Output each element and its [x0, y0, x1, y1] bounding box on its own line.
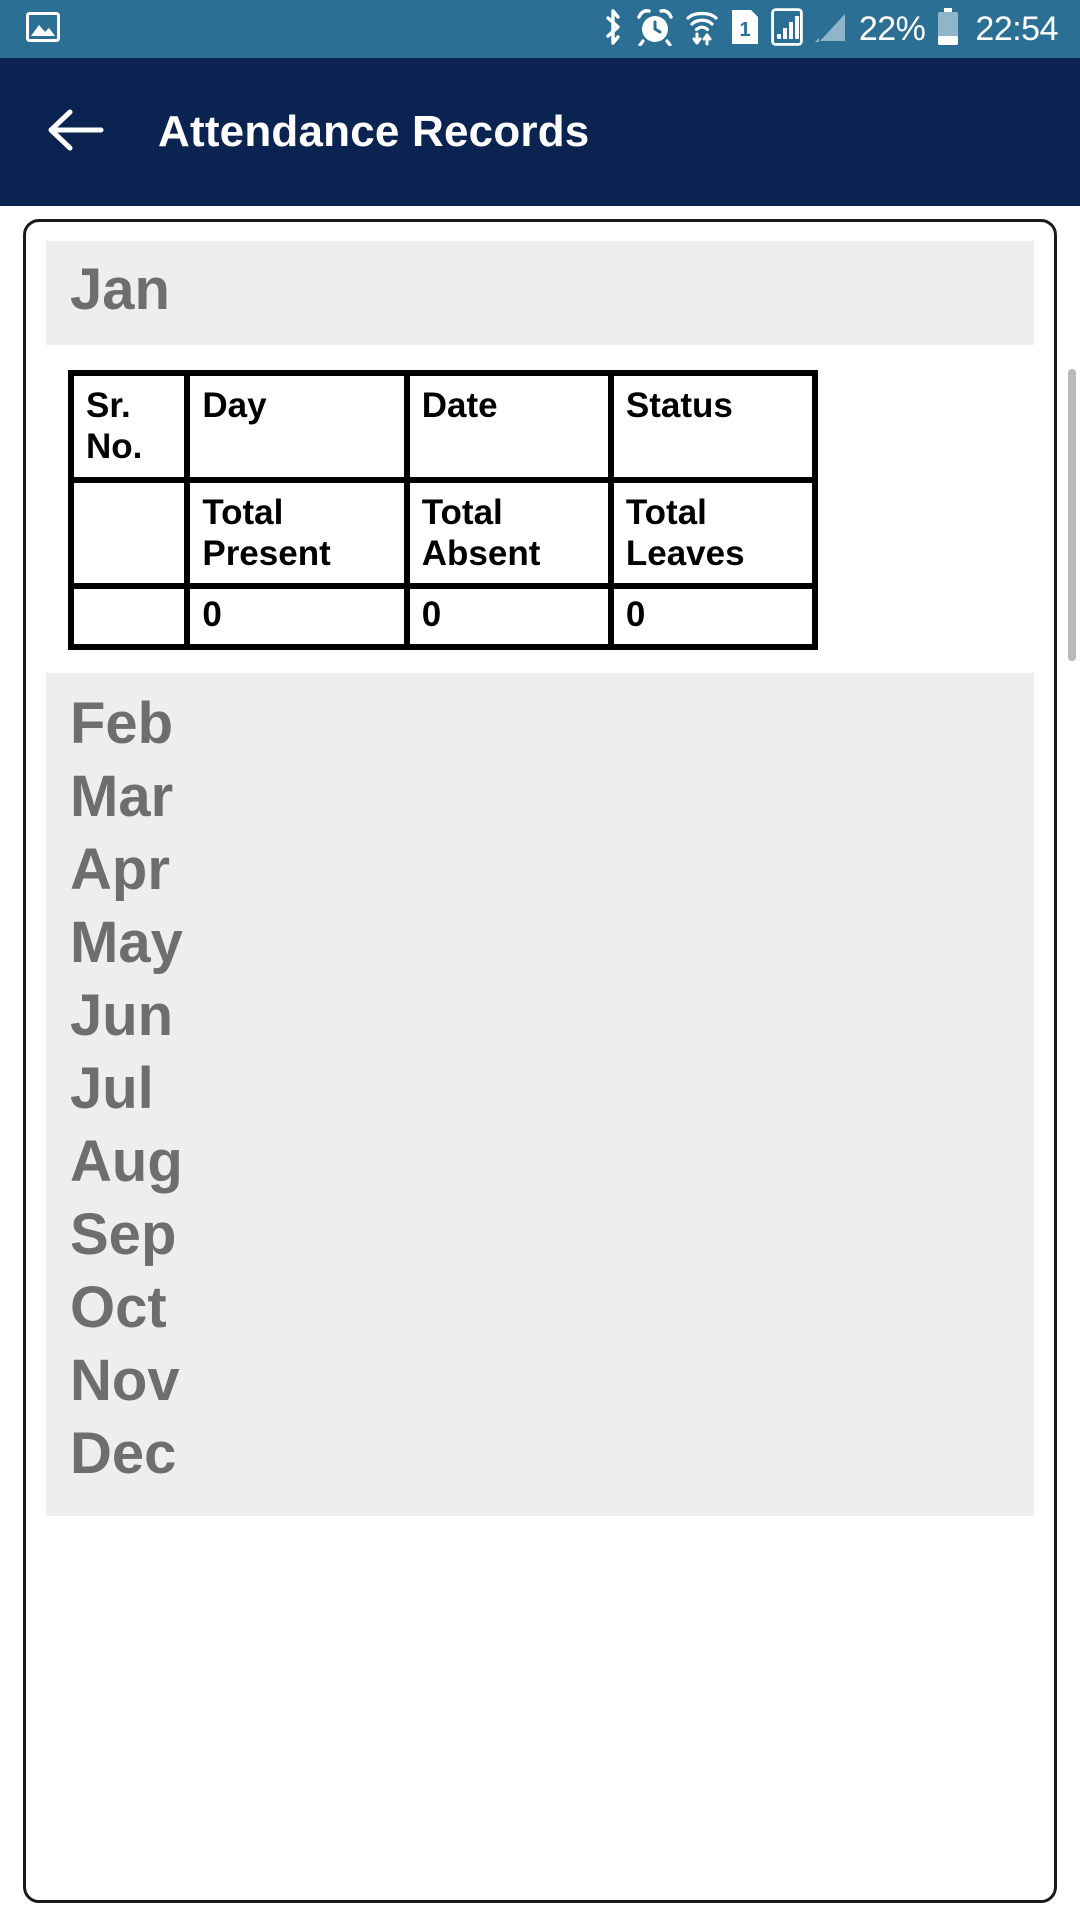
- month-label: Apr: [70, 837, 170, 903]
- month-header-jan[interactable]: Jan: [46, 241, 1034, 345]
- totals-value-cell-present: 0: [187, 586, 407, 648]
- signal-boxed-icon: [771, 7, 803, 51]
- signal-triangle-icon: [814, 8, 848, 51]
- month-label: Nov: [70, 1348, 180, 1414]
- header-cell-date: Date: [406, 373, 611, 480]
- table-totals-values-row: 0 0 0: [71, 586, 815, 648]
- status-bar: 1 22% 22:54: [0, 0, 1080, 58]
- table-header-row: Sr. No. Day Date Status: [71, 373, 815, 480]
- month-row-may[interactable]: May: [70, 908, 1034, 981]
- month-list: Feb Mar Apr May Jun Jul Aug Sep Oct Nov …: [46, 673, 1034, 1517]
- table-totals-header-row: Total Present Total Absent Total Leaves: [71, 479, 815, 587]
- header-cell-day: Day: [187, 373, 407, 480]
- totals-header-cell-leaves: Total Leaves: [610, 479, 815, 587]
- month-label: Mar: [70, 764, 174, 830]
- arrow-left-icon: [46, 108, 104, 157]
- month-row-apr[interactable]: Apr: [70, 835, 1034, 908]
- month-row-sep[interactable]: Sep: [70, 1200, 1034, 1273]
- month-label: Oct: [70, 1275, 167, 1341]
- attendance-card: Jan Sr. No. Day Date Status Total Presen…: [23, 219, 1057, 1903]
- attendance-table-wrap: Sr. No. Day Date Status Total Present To…: [46, 345, 1034, 651]
- page-title: Attendance Records: [158, 107, 590, 156]
- battery-icon: [936, 7, 960, 51]
- month-label: Jun: [70, 983, 174, 1049]
- month-label: Feb: [70, 691, 174, 757]
- month-label: Aug: [70, 1129, 183, 1195]
- month-row-aug[interactable]: Aug: [70, 1127, 1034, 1200]
- month-label: Jul: [70, 1056, 154, 1122]
- month-label: May: [70, 910, 183, 976]
- header-cell-status: Status: [610, 373, 815, 480]
- app-bar: Attendance Records: [0, 58, 1080, 206]
- bluetooth-icon: [601, 8, 625, 51]
- month-row-oct[interactable]: Oct: [70, 1273, 1034, 1346]
- scrollbar-thumb[interactable]: [1068, 369, 1076, 661]
- month-row-dec[interactable]: Dec: [70, 1419, 1034, 1492]
- header-cell-sr-no: Sr. No.: [71, 373, 188, 480]
- totals-header-cell-present: Total Present: [187, 479, 407, 587]
- totals-value-cell-absent: 0: [406, 586, 611, 648]
- attendance-table: Sr. No. Day Date Status Total Present To…: [68, 370, 818, 651]
- month-label: Sep: [70, 1202, 177, 1268]
- content-area: Jan Sr. No. Day Date Status Total Presen…: [0, 206, 1080, 1920]
- back-button[interactable]: [44, 101, 106, 163]
- alarm-clock-icon: [636, 8, 674, 51]
- month-label: Dec: [70, 1421, 177, 1487]
- month-row-feb[interactable]: Feb: [70, 689, 1034, 762]
- image-icon: [26, 11, 60, 47]
- clock-label: 22:54: [975, 10, 1058, 48]
- wifi-transfer-icon: [685, 8, 719, 51]
- svg-text:1: 1: [739, 19, 750, 41]
- status-bar-left: [26, 11, 60, 47]
- month-row-nov[interactable]: Nov: [70, 1346, 1034, 1419]
- month-row-mar[interactable]: Mar: [70, 762, 1034, 835]
- month-row-jul[interactable]: Jul: [70, 1054, 1034, 1127]
- month-row-jun[interactable]: Jun: [70, 981, 1034, 1054]
- status-bar-right: 1 22% 22:54: [601, 7, 1058, 51]
- totals-header-cell-absent: Total Absent: [406, 479, 611, 587]
- totals-header-cell-sr-no: [71, 479, 188, 587]
- totals-value-cell-leaves: 0: [610, 586, 815, 648]
- totals-value-cell-sr-no: [71, 586, 188, 648]
- battery-percent-label: 22%: [858, 10, 926, 48]
- month-label: Jan: [70, 257, 170, 322]
- sim-card-1-icon: 1: [730, 8, 760, 51]
